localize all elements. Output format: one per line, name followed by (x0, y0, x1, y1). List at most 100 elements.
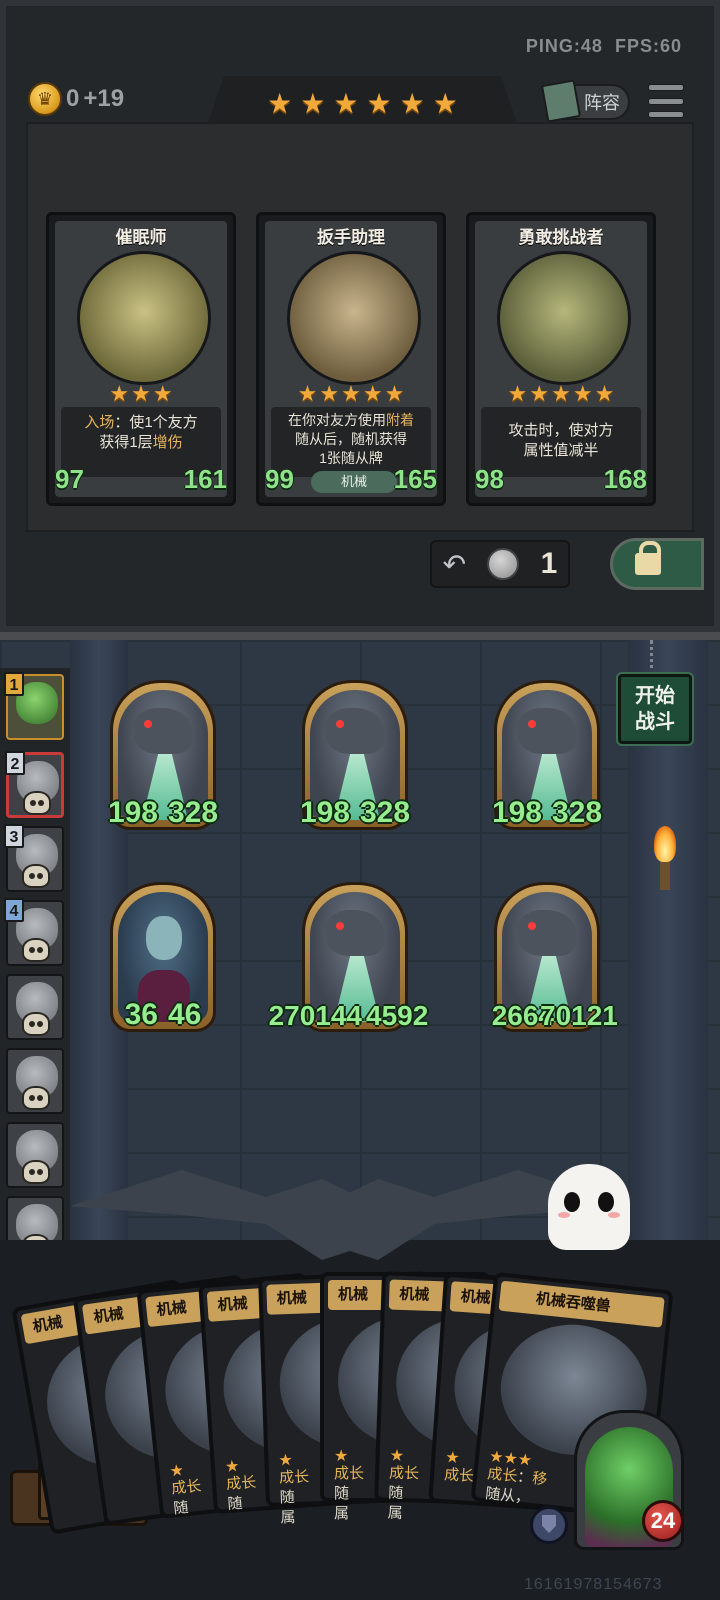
refresh-cost: 1 (540, 547, 558, 580)
keyword-growth: 成长 (388, 1464, 420, 1483)
gold-income: +19 (83, 85, 125, 112)
board-minion[interactable]: 198 328 (104, 680, 222, 836)
roster-slot-3[interactable]: 3 (4, 824, 64, 892)
hand-card-text-line: 随 (279, 1488, 296, 1507)
minion-health: 328 (168, 796, 219, 829)
card-attack: 99 (265, 464, 294, 494)
star-icon: ★ (152, 381, 173, 406)
roster-rank: 2 (5, 751, 25, 775)
skull-icon (22, 1012, 50, 1036)
shop-card-hypnotist[interactable]: 催眠师 ★ ★ ★ 入场：使1个友方 获得1层增伤 97 161 (46, 212, 236, 506)
hand-card-text: 成长随 (170, 1476, 204, 1519)
ghost-eye (598, 1192, 614, 1212)
skull-icon (22, 938, 50, 962)
desc-text: 在你对友方使用 (288, 412, 386, 428)
star-icon: ★ (131, 381, 151, 406)
keyword-remove: 移 (531, 1469, 549, 1489)
card-stars: ★ ★ ★ ★ ★ (259, 383, 443, 405)
hand-card-text: 成长随属 (387, 1464, 419, 1525)
card-health: 165 (393, 464, 437, 494)
card-portrait (287, 251, 421, 385)
book-icon (540, 79, 582, 123)
star-icon: ★ (551, 381, 571, 406)
star-icon: ★ (384, 381, 405, 406)
network-status: PING:48 FPS:60 (525, 36, 682, 56)
hand-card-text: 成长随属 (334, 1464, 364, 1524)
card-name: 勇敢挑战者 (518, 228, 604, 247)
star-icon: ★ (507, 381, 528, 406)
card-name: 扳手助理 (317, 228, 385, 247)
hand-card-text-line: 属 (280, 1508, 296, 1527)
hand-card-text-line: 随 (334, 1485, 350, 1502)
lineup-label: 阵容 (584, 93, 620, 113)
menu-icon-bar (648, 84, 684, 91)
keyword-growth: 成长 (334, 1465, 365, 1482)
star-icon: ★ (267, 88, 293, 119)
hand-card-text-line: 随从， (484, 1485, 531, 1507)
minion-attack: 36 (124, 998, 158, 1031)
hand-card-text: 成长：移 随从， (484, 1464, 548, 1510)
roster-slot-1[interactable]: 1 (4, 672, 64, 740)
tribe-tag: 机械 (311, 471, 397, 493)
star-icon: ★ (300, 88, 326, 119)
board-minion[interactable]: 198 328 (296, 680, 414, 836)
hero-health: 24 (642, 1500, 684, 1542)
board-minion[interactable]: 2664 70121 (488, 882, 618, 1038)
roster-slot-2[interactable]: 2 (5, 751, 64, 818)
roster-slot-6[interactable] (6, 1048, 64, 1114)
hand-card-text: 成长 (443, 1465, 475, 1487)
silver-coin-icon (487, 548, 520, 580)
roster-slot-4[interactable]: 4 (4, 898, 64, 966)
hand-card-text-line: 随 (172, 1498, 190, 1518)
minion-health: 70121 (540, 1000, 618, 1031)
skull-icon (22, 1160, 50, 1184)
refresh-arrow-icon: ↶ (442, 548, 467, 580)
shop-card-wrench-assistant[interactable]: 扳手助理 ★ ★ ★ ★ ★ 在你对友方使用附着 随从后，随机获得 1张随从牌 机械 99 … (256, 212, 446, 506)
refresh-button[interactable]: ↶ 1 (430, 540, 570, 588)
keyword-battlecry: 入场 (84, 414, 115, 431)
card-health: 168 (603, 464, 647, 494)
star-icon: ★ (333, 88, 359, 119)
menu-icon-bar (648, 111, 684, 118)
card-portrait (497, 251, 631, 385)
keyword-growth: 成长 (170, 1477, 203, 1498)
star-icon: ★ (572, 381, 593, 406)
shop-card-brave-challenger[interactable]: 勇敢挑战者 ★ ★ ★ ★ ★ 攻击时，使对方 属性值减半 98 168 (466, 212, 656, 506)
chain (650, 640, 660, 676)
star-icon: ★ (319, 381, 340, 406)
roster-slot-7[interactable] (6, 1122, 64, 1188)
ghost-cheek (558, 1212, 570, 1218)
hand-card-text: 成长随 (226, 1473, 259, 1515)
card-attack: 97 (55, 464, 84, 494)
star-icon: ★ (366, 88, 392, 119)
roster-slot-5[interactable] (6, 974, 64, 1040)
start-battle-label: 开始 (635, 685, 675, 707)
board-minion[interactable]: 36 46 (104, 882, 222, 1038)
board-minion[interactable]: 270144 4592 (269, 882, 428, 1038)
keyword-growth: 成长 (278, 1468, 310, 1487)
skull-icon (22, 864, 50, 888)
roster-rank: 4 (4, 898, 24, 922)
menu-icon-bar (648, 97, 684, 105)
lineup-button[interactable]: 阵容 (540, 79, 630, 123)
shield-icon (530, 1506, 568, 1544)
minion-health: 46 (168, 998, 202, 1031)
menu-button[interactable] (648, 84, 684, 118)
star-icon: ★ (432, 88, 458, 119)
ghost-mascot[interactable] (548, 1164, 630, 1250)
freeze-lock-button[interactable] (610, 538, 704, 590)
hand-card-text-line: 属 (334, 1505, 350, 1522)
crown-coin-icon: ♛ (28, 82, 62, 116)
user-id: 16161978154673 (524, 1576, 663, 1593)
ghost-eye (564, 1192, 580, 1212)
minion-attack: 270144 (268, 1000, 362, 1031)
star-icon: ★ (362, 381, 383, 406)
ghost-cheek (608, 1212, 620, 1218)
opponent-roster: 1 2 3 4 (0, 668, 70, 1268)
board-minion[interactable]: 198 328 (488, 680, 606, 836)
star-icon: ★ (297, 381, 318, 406)
start-battle-button[interactable]: 开始 战斗 (616, 672, 694, 746)
skull-icon (22, 1086, 50, 1110)
star-icon: ★ (594, 381, 615, 406)
card-stars: ★ ★ ★ (49, 383, 233, 405)
